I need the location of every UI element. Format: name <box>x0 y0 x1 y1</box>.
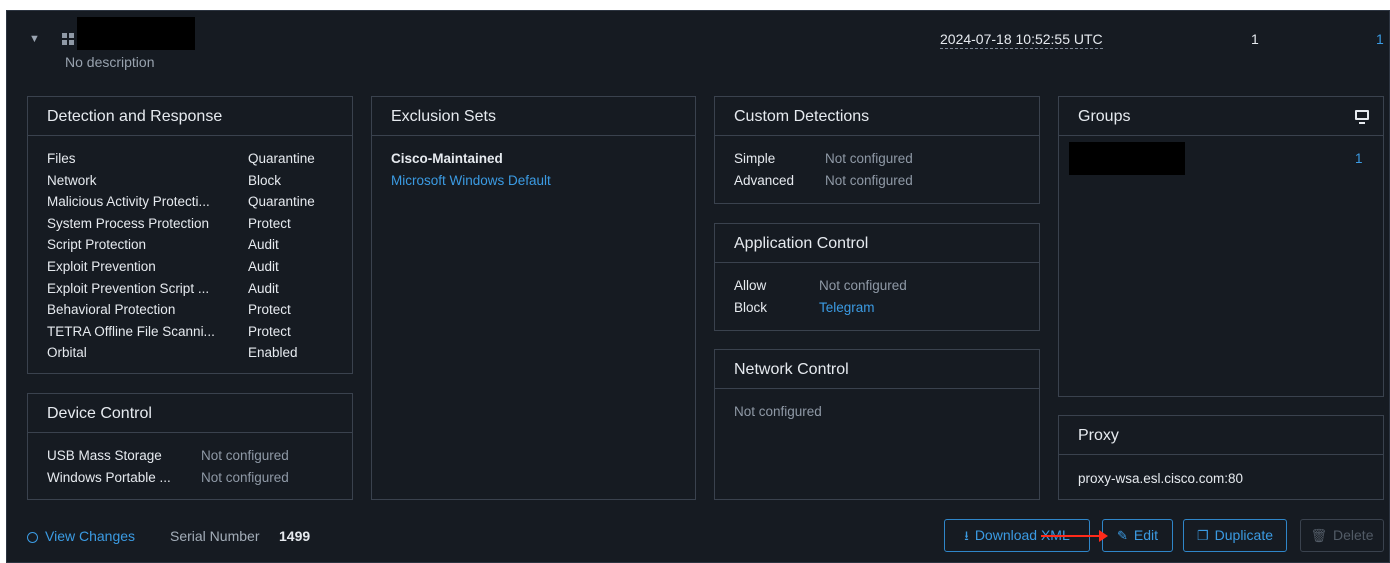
row-label: Block <box>734 299 768 315</box>
chevron-down-icon[interactable]: ▼ <box>29 33 40 45</box>
exclusion-sets-card: Exclusion Sets Cisco-Maintained Microsof… <box>371 96 696 500</box>
network-control-card: Network Control Not configured <box>714 349 1040 500</box>
proxy-value: proxy-wsa.esl.cisco.com:80 <box>1078 471 1244 486</box>
delete-label: Delete <box>1333 527 1374 543</box>
serial-number-label: Serial Number <box>170 528 260 544</box>
monitor-icon <box>1355 110 1369 124</box>
row-value: Quarantine <box>248 151 315 166</box>
row-value: Not configured <box>825 172 913 188</box>
detection-response-card: Detection and Response Files Quarantine Ne… <box>27 96 353 374</box>
custom-detections-card: Custom Detections Simple Not configured Ad… <box>714 96 1040 204</box>
redacted-group-name <box>1069 142 1185 175</box>
delete-button: 🗑 Delete <box>1300 519 1384 552</box>
duplicate-label: Duplicate <box>1214 527 1274 543</box>
row-value: Not configured <box>825 151 913 166</box>
card-title: Proxy <box>1059 416 1383 455</box>
group-count-link[interactable]: 1 <box>1355 151 1363 166</box>
groups-title: Groups <box>1078 108 1131 125</box>
network-control-status: Not configured <box>734 404 822 419</box>
card-title: Device Control <box>28 394 352 433</box>
row-label: Windows Portable ... <box>47 469 171 485</box>
serial-number-value: 1499 <box>279 528 311 544</box>
view-changes-link[interactable]: View Changes <box>27 528 135 544</box>
row-value: Audit <box>248 280 279 296</box>
card-title: Exclusion Sets <box>372 97 695 136</box>
row-value: Not configured <box>819 278 907 293</box>
row-label: Malicious Activity Protecti... <box>47 194 210 210</box>
row-label: Network <box>47 172 97 188</box>
row-label: USB Mass Storage <box>47 448 162 463</box>
card-title: Custom Detections <box>715 97 1039 136</box>
row-label: TETRA Offline File Scanni... <box>47 323 215 339</box>
row-value: Protect <box>248 302 291 318</box>
groups-card: Groups 1 <box>1058 96 1384 397</box>
computers-count-link[interactable]: 1 <box>1376 31 1384 47</box>
row-value: Not configured <box>201 448 289 463</box>
row-value: Quarantine <box>248 194 315 210</box>
row-label: Behavioral Protection <box>47 302 176 318</box>
row-label: Script Protection <box>47 237 147 253</box>
card-title: Network Control <box>715 350 1039 389</box>
row-value[interactable]: Telegram <box>819 300 875 315</box>
row-label: Allow <box>734 278 767 293</box>
row-value: Audit <box>248 259 279 274</box>
clock-icon <box>27 532 38 543</box>
row-value: Protect <box>248 323 291 339</box>
device-control-card: Device Control USB Mass Storage Not confi… <box>27 393 353 500</box>
row-label: Exploit Prevention <box>47 259 156 274</box>
annotation-arrow <box>1041 530 1108 542</box>
trash-icon: 🗑 <box>1310 528 1328 543</box>
row-label: Advanced <box>734 172 795 188</box>
policy-description: No description <box>65 54 155 70</box>
edit-label: Edit <box>1133 527 1159 543</box>
row-value: Protect <box>248 215 291 231</box>
pencil-icon: ✎ <box>1116 528 1128 543</box>
download-icon: ⭳ <box>964 528 969 543</box>
redacted-policy-name <box>77 17 195 50</box>
edit-button[interactable]: ✎ Edit <box>1102 519 1173 552</box>
windows-icon <box>62 33 74 45</box>
row-value: Block <box>248 172 282 188</box>
connector-count: 1 <box>1251 31 1259 47</box>
proxy-card: Proxy proxy-wsa.esl.cisco.com:80 <box>1058 415 1384 500</box>
view-changes-label: View Changes <box>45 528 136 544</box>
card-title: Application Control <box>715 224 1039 263</box>
row-label: Exploit Prevention Script ... <box>47 280 210 296</box>
exclusion-item-link[interactable]: Microsoft Windows Default <box>391 173 551 188</box>
row-value: Not configured <box>201 469 289 485</box>
row-value: Enabled <box>248 345 298 361</box>
row-label: Files <box>47 151 76 166</box>
application-control-card: Application Control Allow Not configured B… <box>714 223 1040 331</box>
row-label: Simple <box>734 151 776 166</box>
row-label: Orbital <box>47 345 87 361</box>
exclusion-group-label: Cisco-Maintained <box>391 151 503 166</box>
card-title: Groups <box>1059 97 1383 136</box>
row-value: Audit <box>248 237 279 253</box>
modified-timestamp: 2024-07-18 10:52:55 UTC <box>940 31 1103 49</box>
card-title: Detection and Response <box>28 97 352 136</box>
policy-panel: ▼ No description 2024-07-18 10:52:55 UTC… <box>6 10 1390 563</box>
copy-icon: ❐ <box>1196 528 1209 543</box>
duplicate-button[interactable]: ❐ Duplicate <box>1183 519 1287 552</box>
row-label: System Process Protection <box>47 215 210 231</box>
